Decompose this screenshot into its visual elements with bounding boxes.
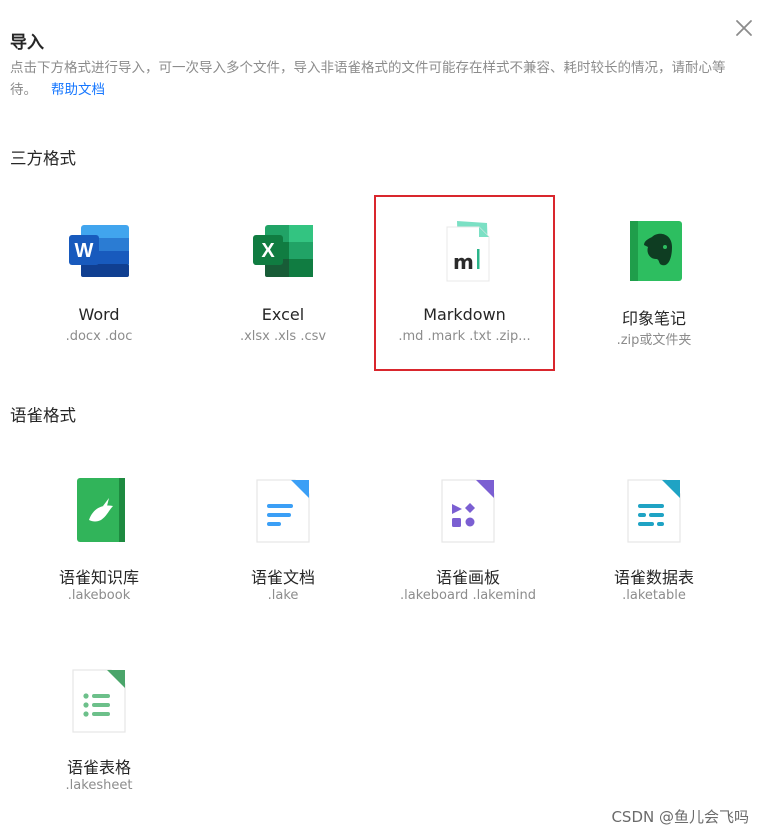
lake-doc-icon <box>256 479 310 543</box>
format-ext: .lake <box>267 588 299 603</box>
format-ext: .docx .doc <box>65 329 133 344</box>
dialog-title: 导入 <box>10 33 44 53</box>
import-lakeboard[interactable]: 语雀画板 .lakeboard .lakemind <box>379 456 557 616</box>
import-laketable[interactable]: 语雀数据表 .laketable <box>565 456 743 616</box>
format-ext: .lakebook <box>67 588 131 603</box>
word-icon: W <box>69 225 129 277</box>
format-name: Markdown <box>423 305 506 324</box>
lakeboard-icon <box>441 479 495 543</box>
format-ext: .laketable <box>622 588 686 603</box>
format-name: Excel <box>261 305 305 324</box>
svg-text:m: m <box>453 250 474 274</box>
format-ext: .lakeboard .lakemind <box>400 588 536 603</box>
description-text: 点击下方格式进行导入，可一次导入多个文件，导入非语雀格式的文件可能存在样式不兼容… <box>10 60 726 98</box>
evernote-icon <box>630 221 682 281</box>
excel-icon: X <box>253 225 313 277</box>
import-lakebook[interactable]: 语雀知识库 .lakebook <box>10 456 188 616</box>
section-yuque: 语雀格式 <box>10 406 76 425</box>
lakesheet-icon <box>72 669 126 733</box>
help-link[interactable]: 帮助文档 <box>51 82 105 98</box>
laketable-icon <box>627 479 681 543</box>
import-lakesheet[interactable]: 语雀表格 .lakesheet <box>10 646 188 806</box>
watermark: CSDN @鱼儿会飞吗 <box>611 808 749 826</box>
format-ext: .md .mark .txt .zip... <box>398 329 531 344</box>
format-name: 语雀文档 <box>250 568 315 587</box>
import-markdown[interactable]: m Markdown .md .mark .txt .zip... <box>374 195 555 371</box>
format-name: 语雀数据表 <box>613 568 694 587</box>
format-name: 印象笔记 <box>621 309 686 328</box>
format-ext: .lakesheet <box>65 778 133 793</box>
format-ext: .xlsx .xls .csv <box>239 329 327 344</box>
close-icon[interactable] <box>733 17 755 39</box>
lakebook-icon <box>77 478 125 542</box>
format-name: 语雀知识库 <box>58 568 139 587</box>
format-name: 语雀表格 <box>66 758 131 777</box>
import-word[interactable]: W Word .docx .doc <box>10 197 188 357</box>
format-ext: .zip或文件夹 <box>616 333 692 348</box>
dialog-description: 点击下方格式进行导入，可一次导入多个文件，导入非语雀格式的文件可能存在样式不兼容… <box>10 57 750 101</box>
svg-text:W: W <box>75 240 94 262</box>
section-third-party: 三方格式 <box>10 149 76 168</box>
format-name: 语雀画板 <box>435 568 500 587</box>
import-evernote[interactable]: 印象笔记 .zip或文件夹 <box>565 197 743 357</box>
import-excel[interactable]: X Excel .xlsx .xls .csv <box>194 197 372 357</box>
markdown-icon: m <box>446 221 489 282</box>
format-name: Word <box>78 305 120 324</box>
import-lake-doc[interactable]: 语雀文档 .lake <box>194 456 372 616</box>
svg-text:X: X <box>261 240 275 262</box>
